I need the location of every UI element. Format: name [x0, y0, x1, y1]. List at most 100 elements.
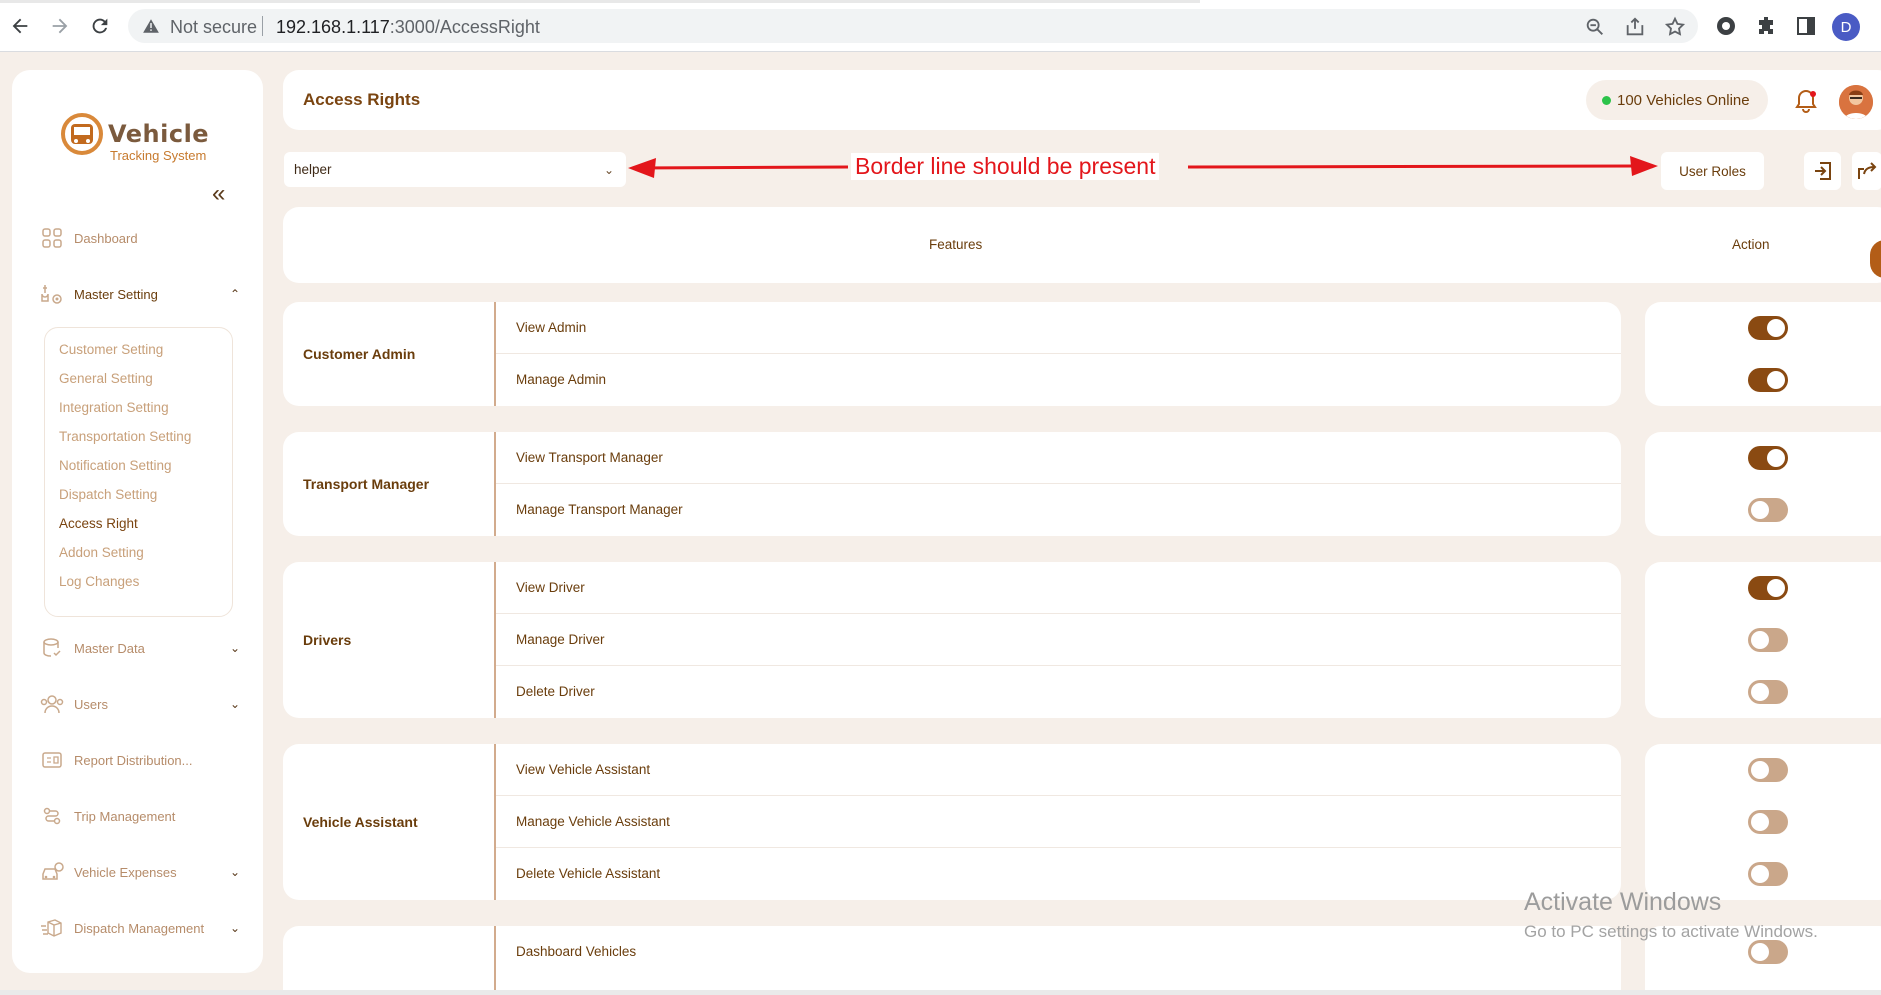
- zoom-icon[interactable]: [1584, 16, 1606, 38]
- side-panel-icon[interactable]: [1794, 14, 1818, 38]
- sidebar-item-vehicle-expenses[interactable]: Vehicle Expenses ⌄: [40, 860, 240, 884]
- chevron-down-icon: ⌄: [230, 921, 241, 935]
- report-icon: [40, 748, 64, 772]
- toggle-manage-driver[interactable]: [1748, 628, 1788, 652]
- toggle-dashboard-vehicles[interactable]: [1748, 940, 1788, 964]
- activation-watermark-title: Activate Windows: [1524, 888, 1722, 916]
- feature-label: View Driver: [516, 580, 585, 595]
- group-name: Drivers: [303, 632, 352, 648]
- sidebar: Vehicle Tracking System « Dashboard Mast…: [12, 70, 263, 973]
- bookmark-star-icon[interactable]: [1664, 16, 1686, 38]
- sidebar-label: Dashboard: [74, 230, 138, 246]
- feature-label: Manage Admin: [516, 372, 607, 387]
- reload-icon[interactable]: [88, 14, 112, 38]
- toggle-manage-vehicle-assistant[interactable]: [1748, 810, 1788, 834]
- feature-row: View Transport Manager: [496, 432, 1621, 484]
- submenu-item-log-changes[interactable]: Log Changes: [59, 574, 139, 589]
- car-expense-icon: [40, 860, 64, 884]
- vehicles-online-badge: 100 Vehicles Online: [1586, 80, 1768, 120]
- toggle-manage-transport-manager[interactable]: [1748, 498, 1788, 522]
- sidebar-item-users[interactable]: Users ⌄: [40, 692, 240, 716]
- sidebar-item-master-setting[interactable]: Master Setting ⌃: [40, 282, 240, 306]
- chevron-up-icon: ⌃: [230, 287, 241, 301]
- toggle-delete-vehicle-assistant[interactable]: [1748, 862, 1788, 886]
- sidebar-label: Master Setting: [74, 286, 158, 302]
- toggle-view-driver[interactable]: [1748, 576, 1788, 600]
- toggle-knob: [1751, 501, 1769, 519]
- feature-row: Manage Admin: [496, 354, 1621, 406]
- tab-strip: [0, 0, 1200, 3]
- toggle-view-vehicle-assistant[interactable]: [1748, 758, 1788, 782]
- role-select[interactable]: helper ⌄: [284, 152, 626, 187]
- toggle-delete-driver[interactable]: [1748, 680, 1788, 704]
- group-name: Customer Admin: [303, 346, 416, 362]
- online-dot-icon: [1602, 95, 1611, 105]
- toggle-knob: [1751, 761, 1769, 779]
- import-button[interactable]: [1804, 152, 1841, 190]
- submenu-item-access-right[interactable]: Access Right: [59, 516, 138, 531]
- dispatch-icon: [40, 916, 64, 940]
- column-header-features: Features: [929, 237, 983, 252]
- address-bar[interactable]: Not secure 192.168.1.117:3000/AccessRigh…: [128, 9, 1698, 43]
- collapse-sidebar-icon[interactable]: «: [212, 180, 225, 208]
- submenu-item-transportation-setting[interactable]: Transportation Setting: [59, 429, 191, 444]
- submenu-item-integration-setting[interactable]: Integration Setting: [59, 400, 169, 415]
- chevron-down-icon: ⌄: [230, 641, 241, 655]
- submenu-item-dispatch-setting[interactable]: Dispatch Setting: [59, 487, 157, 502]
- sidebar-label: Report Distribution...: [74, 752, 193, 768]
- feature-label: View Vehicle Assistant: [516, 762, 651, 777]
- url-path: :3000/AccessRight: [389, 17, 540, 37]
- sidebar-item-dispatch-management[interactable]: Dispatch Management ⌄: [40, 916, 240, 940]
- toggle-view-admin[interactable]: [1748, 316, 1788, 340]
- feature-row: Dashboard Vehicles: [496, 926, 1621, 978]
- action-column-transport-manager: [1645, 432, 1881, 536]
- toggle-knob: [1751, 683, 1769, 701]
- page-title: Access Rights: [303, 90, 421, 109]
- sidebar-item-trip-management[interactable]: Trip Management: [40, 804, 175, 828]
- export-button[interactable]: [1852, 152, 1881, 190]
- forward-icon[interactable]: [48, 14, 72, 38]
- profile-avatar[interactable]: D: [1832, 13, 1860, 41]
- toggle-knob: [1751, 813, 1769, 831]
- sidebar-label: Dispatch Management: [74, 920, 205, 936]
- feature-row: Manage Transport Manager: [496, 484, 1621, 536]
- sidebar-item-master-data[interactable]: Master Data ⌄: [40, 636, 240, 660]
- sidebar-item-dashboard[interactable]: Dashboard: [40, 226, 138, 250]
- permission-group-vehicle-assistant: Vehicle Assistant View Vehicle Assistant…: [283, 744, 1621, 900]
- extension-circle-icon[interactable]: [1714, 14, 1738, 38]
- user-avatar[interactable]: [1839, 85, 1873, 119]
- toggle-knob: [1767, 371, 1785, 389]
- browser-chrome: Not secure 192.168.1.117:3000/AccessRigh…: [0, 0, 1881, 52]
- settings-icon: [40, 282, 64, 306]
- feature-row: View Admin: [496, 302, 1621, 354]
- share-arrow-icon: [1858, 162, 1877, 179]
- feature-label: Manage Transport Manager: [516, 502, 683, 517]
- toggle-knob: [1767, 579, 1785, 597]
- sidebar-item-report-distribution[interactable]: Report Distribution...: [40, 748, 193, 772]
- activation-watermark-subtitle: Go to PC settings to activate Windows.: [1524, 922, 1818, 941]
- feature-row: Manage Driver: [496, 614, 1621, 666]
- notification-bell-icon[interactable]: [1793, 88, 1819, 114]
- user-roles-button[interactable]: User Roles: [1661, 152, 1764, 190]
- submenu-item-addon-setting[interactable]: Addon Setting: [59, 545, 144, 560]
- submenu-item-general-setting[interactable]: General Setting: [59, 371, 153, 386]
- submenu-item-customer-setting[interactable]: Customer Setting: [59, 342, 163, 357]
- feature-row: Delete Vehicle Assistant: [496, 848, 1621, 900]
- sidebar-label: Master Data: [74, 640, 145, 656]
- window-bottom-edge: [0, 990, 1881, 995]
- feature-row: Delete Driver: [496, 666, 1621, 718]
- toggle-manage-admin[interactable]: [1748, 368, 1788, 392]
- feature-row: View Driver: [496, 562, 1621, 614]
- feature-label: Delete Vehicle Assistant: [516, 866, 661, 881]
- share-icon[interactable]: [1624, 16, 1646, 38]
- back-icon[interactable]: [8, 14, 32, 38]
- action-column-drivers: [1645, 562, 1881, 718]
- submenu-item-notification-setting[interactable]: Notification Setting: [59, 458, 172, 473]
- group-name: Transport Manager: [303, 476, 430, 492]
- toggle-view-transport-manager[interactable]: [1748, 446, 1788, 470]
- extensions-puzzle-icon[interactable]: [1754, 14, 1778, 38]
- toggle-knob: [1767, 319, 1785, 337]
- action-column-vehicle-assistant: [1645, 744, 1881, 900]
- omnibox-divider: [262, 16, 263, 36]
- url-text[interactable]: 192.168.1.117:3000/AccessRight: [276, 17, 540, 38]
